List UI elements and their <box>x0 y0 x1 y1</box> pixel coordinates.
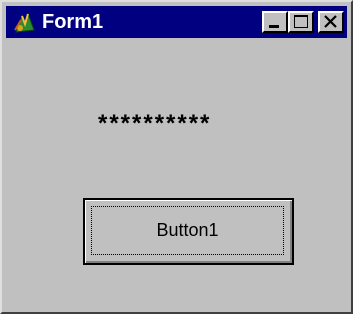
password-mask-text: ********** <box>98 110 212 137</box>
maximize-button[interactable] <box>288 11 314 33</box>
button1[interactable]: Button1 <box>83 198 294 265</box>
close-button[interactable] <box>318 11 344 33</box>
minimize-button[interactable] <box>262 11 288 33</box>
delphi-app-icon[interactable] <box>12 10 38 34</box>
form-window: Form1 ********** Button1 <box>0 0 353 314</box>
button1-label: Button1 <box>156 220 219 240</box>
title-bar[interactable]: Form1 <box>6 6 347 38</box>
window-title: Form1 <box>42 11 104 33</box>
